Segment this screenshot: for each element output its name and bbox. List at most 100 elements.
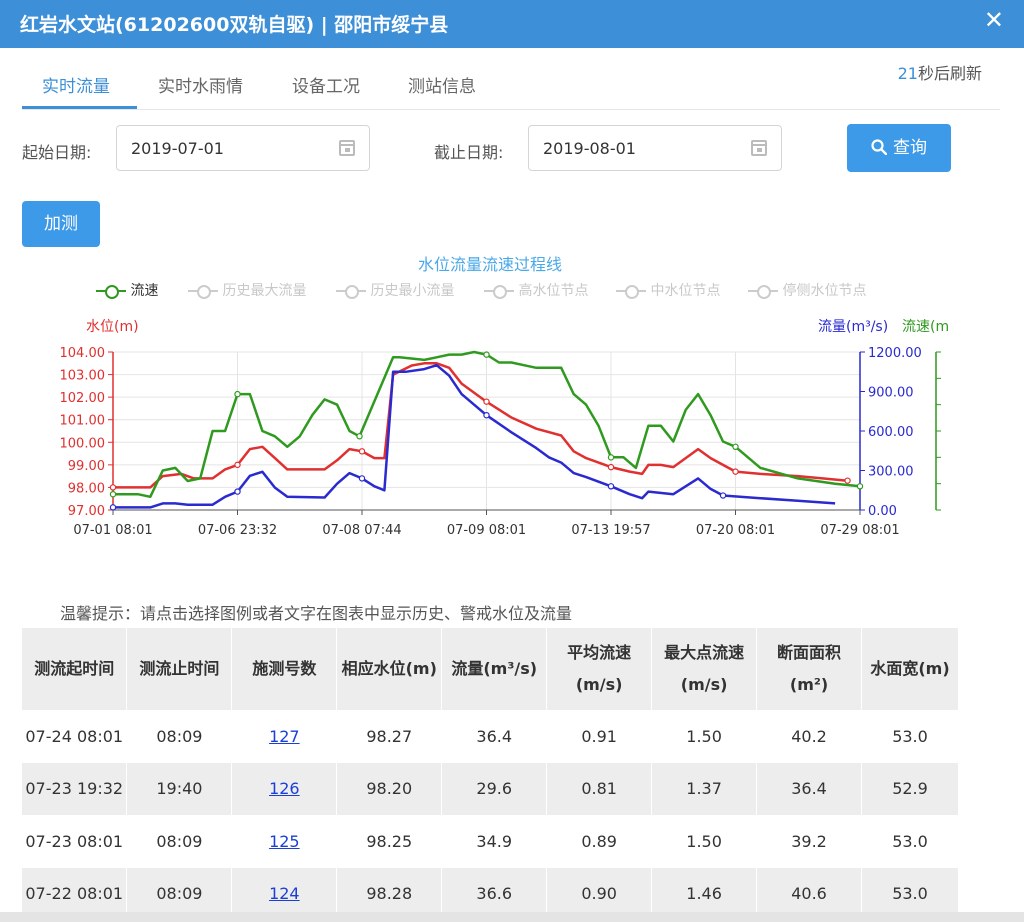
query-button-label: 查询	[893, 138, 927, 158]
measure-no-link[interactable]: 126	[269, 779, 300, 798]
data-point	[607, 483, 615, 490]
legend-label: 流速	[130, 283, 159, 299]
end-date-value: 2019-08-01	[543, 139, 636, 158]
data-point	[732, 468, 739, 475]
col-start-time: 测流起时间	[22, 628, 128, 710]
tab-realtime-rain[interactable]: 实时水雨情	[158, 72, 243, 97]
refresh-countdown: 21秒后刷新	[898, 60, 982, 84]
data-point	[607, 454, 615, 461]
col-area: 断面面积(m²)	[756, 628, 862, 710]
cell-end-time: 19:40	[126, 762, 233, 815]
close-icon[interactable]: ✕	[984, 6, 1004, 34]
legend-marker-icon	[748, 284, 778, 299]
cell-max-speed: 1.50	[651, 815, 758, 868]
cell-width: 53.0	[861, 710, 959, 763]
legend-speed[interactable]: 流速	[96, 280, 158, 300]
window-titlebar: 红岩水文站(61202600双轨自驱) | 邵阳市绥宁县 ✕	[0, 0, 1024, 48]
data-point	[109, 484, 117, 491]
legend-marker-icon	[336, 284, 366, 299]
col-flow: 流量(m³/s)	[441, 628, 548, 710]
refresh-count: 21	[897, 64, 918, 83]
x-tick-label: 07-06 23:32	[198, 523, 277, 538]
window-bottom-edge	[0, 912, 1024, 922]
right-tick-label: 300.00	[868, 465, 914, 480]
legend-hist-min-flow[interactable]: 历史最小流量	[336, 280, 454, 300]
table-row: 07-24 08:01 08:09 127 98.27 36.4 0.91 1.…	[22, 710, 959, 763]
active-tab-indicator	[22, 106, 137, 109]
cell-water-level: 98.27	[336, 710, 443, 763]
col-water-level: 相应水位(m)	[336, 628, 443, 710]
data-point	[234, 390, 241, 398]
left-tick-label: 103.00	[60, 369, 106, 384]
right-tick-label: 1200.00	[868, 346, 922, 361]
legend-label: 高水位节点	[518, 283, 589, 299]
data-point	[856, 483, 864, 490]
table-row: 07-23 08:01 08:09 125 98.25 34.9 0.89 1.…	[22, 815, 959, 868]
cell-area: 39.2	[756, 815, 862, 868]
query-button[interactable]: 查询	[847, 124, 951, 172]
cell-measure-no: 126	[231, 762, 338, 815]
cell-start-time: 07-23 08:01	[22, 815, 128, 868]
tab-device-status[interactable]: 设备工况	[292, 72, 360, 97]
left-tick-label: 100.00	[60, 436, 106, 451]
tab-bar: 实时流量 实时水雨情 设备工况 测站信息	[22, 60, 1000, 110]
cell-start-time: 07-23 19:32	[22, 762, 128, 815]
cell-measure-no: 125	[231, 815, 338, 868]
start-date-input[interactable]: 2019-07-01	[116, 125, 370, 171]
add-measurement-button[interactable]: 加测	[22, 201, 100, 247]
cell-width: 52.9	[861, 762, 959, 815]
left-tick-label: 104.00	[60, 346, 106, 361]
cell-avg-speed: 0.89	[546, 815, 653, 868]
legend-mid-water-node[interactable]: 中水位节点	[616, 280, 720, 300]
legend-label: 历史最小流量	[370, 283, 455, 299]
cell-flow: 36.4	[441, 710, 548, 763]
x-tick-label: 07-29 08:01	[820, 523, 899, 538]
chart-title: 水位流量流速过程线	[417, 255, 562, 274]
right-tick-label: 0.00	[868, 504, 897, 519]
measure-no-link[interactable]: 127	[269, 727, 300, 746]
data-point	[844, 477, 851, 484]
chart-hint: 温馨提示：请点击选择图例或者文字在图表中显示历史、警戒水位及流量	[60, 604, 573, 623]
col-width: 水面宽(m)	[861, 628, 959, 710]
x-tick-label: 07-20 08:01	[696, 523, 775, 538]
data-point	[358, 475, 366, 482]
calendar-icon[interactable]	[339, 140, 355, 156]
data-point	[732, 443, 739, 451]
data-point	[607, 463, 615, 471]
col-avg-speed: 平均流速(m/s)	[546, 628, 653, 710]
legend-stop-water-node[interactable]: 停侧水位节点	[748, 280, 866, 300]
data-point	[483, 398, 490, 405]
data-point	[483, 351, 490, 358]
window-title: 红岩水文站(61202600双轨自驱) | 邵阳市绥宁县	[20, 14, 449, 36]
legend-hist-max-flow[interactable]: 历史最大流量	[188, 280, 306, 300]
search-icon	[871, 139, 888, 156]
legend-marker-icon	[188, 284, 218, 299]
measurement-table: 测流起时间 测流止时间 施测号数 相应水位(m) 流量(m³/s) 平均流速(m…	[22, 628, 959, 920]
end-date-input[interactable]: 2019-08-01	[528, 125, 782, 171]
x-tick-label: 07-08 07:44	[322, 523, 401, 538]
calendar-icon[interactable]	[751, 140, 767, 156]
col-end-time: 测流止时间	[126, 628, 233, 710]
cell-measure-no: 127	[231, 710, 338, 763]
cell-flow: 34.9	[441, 815, 548, 868]
data-point	[356, 433, 363, 440]
data-point	[234, 461, 241, 469]
start-date-value: 2019-07-01	[131, 139, 224, 158]
legend-label: 停侧水位节点	[782, 283, 867, 299]
flow-line	[113, 363, 836, 509]
cell-area: 36.4	[756, 762, 862, 815]
measure-no-link[interactable]: 124	[269, 884, 300, 903]
left-tick-label: 97.00	[68, 504, 105, 519]
cell-max-speed: 1.37	[651, 762, 758, 815]
legend-high-water-node[interactable]: 高水位节点	[484, 280, 588, 300]
table-header-row: 测流起时间 测流止时间 施测号数 相应水位(m) 流量(m³/s) 平均流速(m…	[22, 628, 959, 710]
start-date-label: 起始日期:	[22, 143, 92, 162]
cell-area: 40.2	[756, 710, 862, 763]
tab-realtime-flow[interactable]: 实时流量	[42, 72, 110, 97]
measure-no-link[interactable]: 125	[269, 832, 300, 851]
x-tick-label: 07-09 08:01	[447, 523, 526, 538]
tab-station-info[interactable]: 测站信息	[408, 72, 476, 97]
left-tick-label: 99.00	[68, 459, 105, 474]
left-tick-label: 102.00	[60, 391, 106, 406]
data-point	[109, 504, 117, 511]
